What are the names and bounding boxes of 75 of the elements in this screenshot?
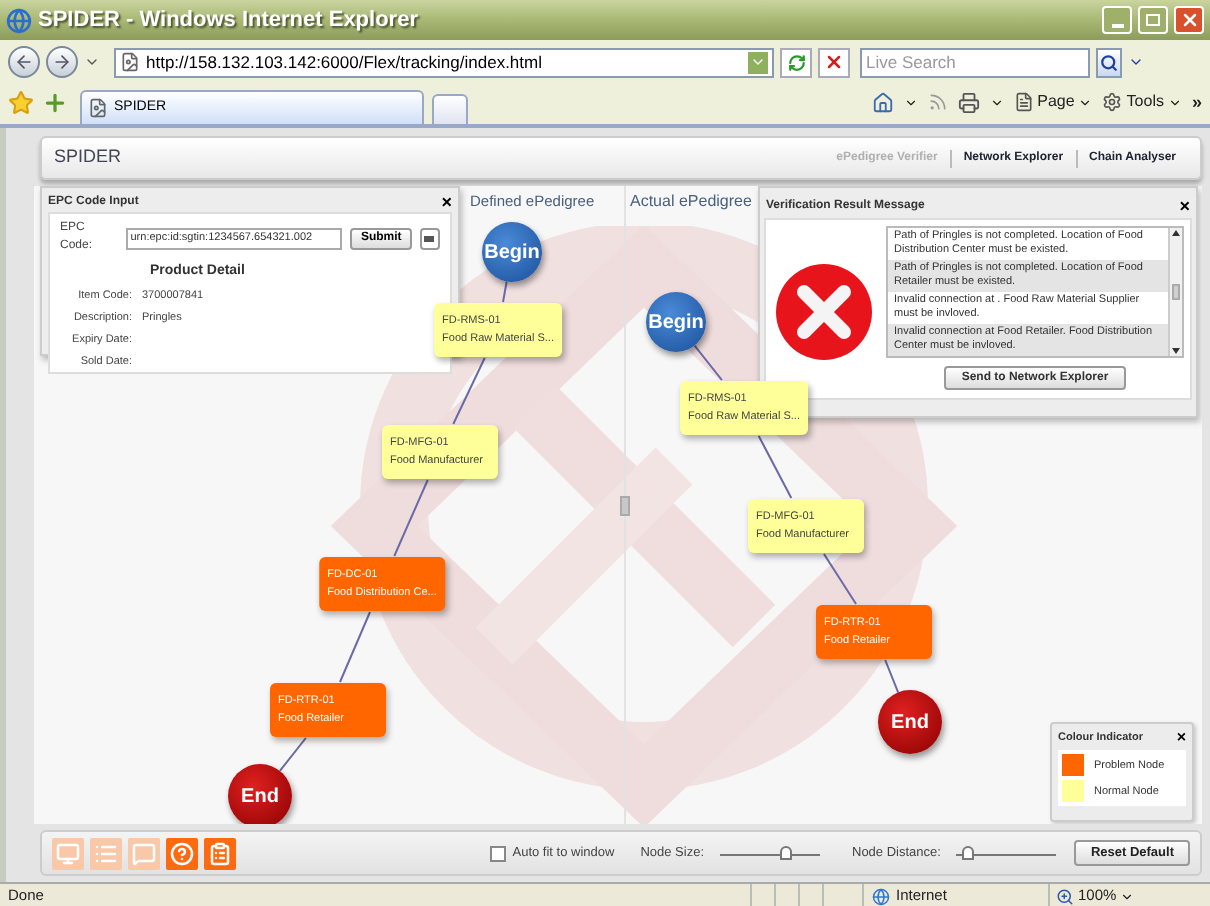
connector-line bbox=[502, 280, 508, 303]
connector-line bbox=[393, 479, 429, 557]
browser-logo-icon bbox=[6, 7, 32, 33]
new-tab-button[interactable] bbox=[432, 94, 468, 124]
slider-thumb[interactable] bbox=[779, 845, 791, 859]
refresh-button[interactable] bbox=[780, 47, 812, 77]
connector-line bbox=[452, 357, 486, 425]
forward-button[interactable] bbox=[46, 46, 78, 78]
more-commands-button[interactable]: » bbox=[1191, 89, 1202, 116]
feed-icon[interactable] bbox=[927, 92, 948, 113]
end-node: End bbox=[878, 690, 942, 754]
home-icon[interactable] bbox=[871, 91, 894, 114]
page-menu[interactable]: Page bbox=[1013, 90, 1093, 115]
search-field[interactable]: Live Search bbox=[860, 47, 1090, 77]
connector-line bbox=[339, 611, 371, 683]
history-caret-icon[interactable] bbox=[84, 54, 100, 70]
slider[interactable] bbox=[956, 845, 1057, 861]
tools-menu[interactable]: Tools bbox=[1102, 90, 1182, 115]
stop-button[interactable] bbox=[818, 47, 850, 77]
add-favorite-icon[interactable] bbox=[42, 90, 68, 116]
close-button[interactable]: × bbox=[1179, 197, 1190, 215]
minimize-button[interactable] bbox=[1102, 6, 1132, 34]
divider-handle[interactable] bbox=[620, 496, 630, 516]
globe-icon bbox=[872, 887, 890, 905]
error-icon bbox=[774, 262, 874, 362]
maximize-button[interactable] bbox=[1138, 6, 1168, 34]
graph-title: Actual ePedigree bbox=[630, 190, 752, 214]
document-glyph-icon bbox=[208, 841, 232, 865]
forward-arrow-icon bbox=[52, 52, 72, 72]
begin-node: Begin bbox=[482, 222, 542, 282]
connector-line bbox=[757, 435, 793, 499]
help-glyph-icon bbox=[170, 841, 194, 865]
auto-fit-checkbox[interactable] bbox=[490, 845, 507, 861]
address-text: http://158.132.103.142:6000/Flex/tracking/index.html bbox=[146, 49, 542, 75]
page-icon bbox=[1013, 92, 1034, 113]
slider-thumb[interactable] bbox=[962, 845, 975, 859]
gear-icon bbox=[1102, 92, 1123, 113]
close-button[interactable]: × bbox=[441, 194, 452, 212]
close-button[interactable] bbox=[1174, 6, 1204, 34]
stop-icon bbox=[824, 52, 844, 72]
search-button[interactable] bbox=[1096, 47, 1122, 77]
zoom-icon bbox=[1056, 887, 1074, 905]
search-options-icon[interactable] bbox=[1128, 54, 1144, 70]
window-title: SPIDER - Windows Internet Explorer bbox=[38, 5, 418, 36]
caret-icon bbox=[1167, 95, 1182, 110]
search-icon bbox=[1100, 53, 1118, 71]
connector-line bbox=[884, 659, 900, 694]
message-glyph-icon bbox=[132, 841, 156, 865]
caret-icon bbox=[1078, 95, 1093, 110]
document-icon[interactable] bbox=[204, 837, 236, 869]
address-field[interactable]: http://158.132.103.142:6000/Flex/tracking/index.html bbox=[114, 47, 774, 77]
slider[interactable] bbox=[720, 845, 820, 861]
back-arrow-icon bbox=[14, 52, 34, 72]
help-icon[interactable] bbox=[166, 837, 198, 869]
scrollbar[interactable] bbox=[1168, 228, 1182, 356]
caret-icon bbox=[750, 54, 766, 70]
connector-line bbox=[822, 553, 858, 605]
back-button[interactable] bbox=[8, 46, 40, 78]
end-node: End bbox=[228, 764, 292, 824]
page-icon bbox=[88, 98, 108, 118]
close-button[interactable]: × bbox=[1176, 730, 1186, 747]
address-dropdown-button[interactable] bbox=[748, 51, 768, 73]
caret-icon bbox=[1120, 889, 1135, 903]
connector-line bbox=[693, 344, 723, 381]
refresh-icon bbox=[787, 53, 805, 71]
close-icon bbox=[1179, 10, 1199, 30]
list-glyph-icon bbox=[94, 841, 118, 865]
connector-line bbox=[278, 737, 307, 772]
caret-icon[interactable] bbox=[989, 95, 1004, 110]
caret-icon[interactable] bbox=[903, 95, 918, 110]
page-icon bbox=[120, 52, 140, 72]
keyboard-button[interactable] bbox=[419, 227, 440, 249]
monitor-glyph-icon bbox=[56, 841, 80, 865]
print-icon[interactable] bbox=[957, 91, 980, 114]
app-title: SPIDER bbox=[54, 144, 122, 171]
